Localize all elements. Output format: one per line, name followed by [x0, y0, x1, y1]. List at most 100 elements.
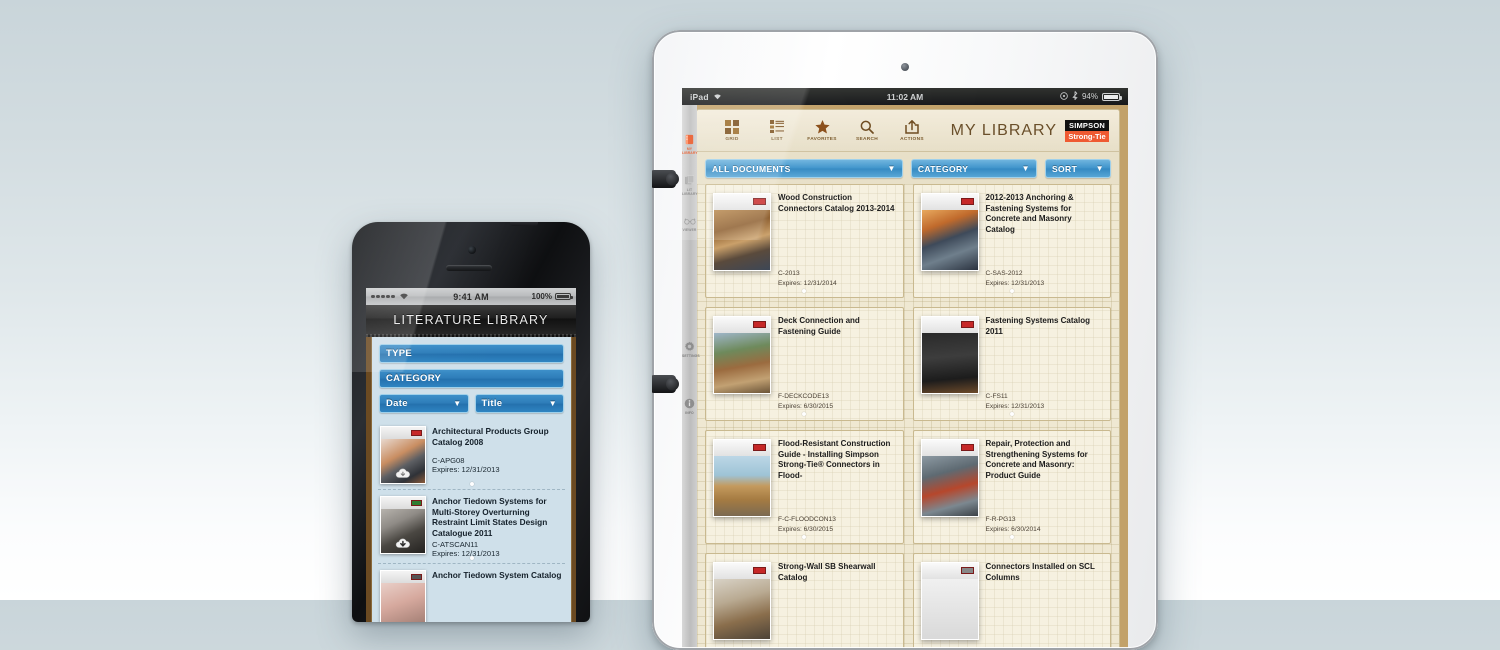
search-button[interactable]: SEARCH: [852, 119, 882, 142]
bluetooth-icon: [1072, 91, 1078, 102]
battery-icon: [555, 293, 573, 300]
document-code: F-DECKCODE13: [778, 393, 829, 400]
page-indicator-dot: [802, 289, 807, 293]
app-sidebar[interactable]: MY LIBRARY LIT LIBRARY VIEWER SETTINGS I…: [682, 105, 700, 650]
flag-icon: [753, 321, 766, 328]
document-code: F-C-FLOODCON13: [778, 516, 836, 523]
document-thumbnail: [713, 439, 771, 517]
list-view-button[interactable]: LIST: [762, 119, 792, 142]
sidebar-item-viewer[interactable]: VIEWER: [682, 214, 697, 232]
battery-area: 100%: [532, 292, 573, 301]
earpiece-speaker: [446, 265, 492, 271]
sidebar-item-my-library[interactable]: MY LIBRARY: [682, 133, 698, 156]
filter-type-button[interactable]: TYPE: [379, 344, 564, 363]
search-icon: [852, 119, 882, 135]
hardware-button-lower[interactable]: [652, 375, 679, 393]
list-item-code: C-ATSCAN11: [432, 540, 479, 550]
document-thumbnail: [380, 426, 426, 484]
phone-document-list[interactable]: Architectural Products Group Catalog 200…: [372, 420, 571, 622]
list-item-title: Architectural Products Group Catalog 200…: [432, 426, 549, 447]
flag-icon: [960, 444, 974, 451]
sidebar-item-settings[interactable]: SETTINGS: [682, 340, 700, 358]
document-title: Flood-Resistant Construction Guide - Ins…: [778, 439, 891, 481]
ipad-status-bar: iPad 11:02 AM 94%: [682, 88, 1128, 105]
gear-icon: [682, 340, 697, 353]
sort-date-dropdown[interactable]: Date ▼: [379, 394, 469, 413]
list-icon: [762, 119, 792, 135]
flag-icon: [411, 430, 422, 436]
flag-icon: [960, 321, 974, 328]
actions-button[interactable]: ACTIONS: [897, 119, 927, 142]
rotation-lock-icon: [1060, 91, 1068, 102]
scene: 9:41 AM 100% LITERATURE LIBRARY TYPE CAT…: [0, 0, 1500, 650]
sidebar-item-label: MY LIBRARY: [682, 147, 698, 156]
list-item-title: Anchor Tiedown Systems for Multi-Storey …: [432, 496, 548, 538]
document-card[interactable]: 2012-2013 Anchoring & Fastening Systems …: [912, 184, 1111, 298]
list-item[interactable]: Architectural Products Group Catalog 200…: [378, 420, 565, 490]
iphone-content: TYPE CATEGORY Date ▼ Title ▼ Architectur…: [366, 337, 576, 622]
simpson-strong-tie-logo: SIMPSON Strong-Tie: [1065, 119, 1109, 142]
document-title: 2012-2013 Anchoring & Fastening Systems …: [985, 193, 1074, 235]
grid-view-button[interactable]: GRID: [717, 119, 747, 142]
share-icon: [897, 119, 927, 135]
filter-sort-label: SORT: [1051, 163, 1078, 174]
document-code: F-R-PG13: [985, 516, 1016, 523]
sidebar-item-label: VIEWER: [682, 228, 697, 232]
document-thumbnail: [920, 562, 979, 640]
iphone-status-bar: 9:41 AM 100%: [366, 288, 576, 305]
book-icon: [682, 133, 697, 146]
grid-row: Wood Construction Connectors Catalog 201…: [705, 184, 1111, 298]
document-card[interactable]: Wood Construction Connectors Catalog 201…: [705, 184, 904, 298]
ipad-app: MY LIBRARY LIT LIBRARY VIEWER SETTINGS I…: [682, 105, 1128, 650]
filter-all-documents-dropdown[interactable]: ALL DOCUMENTS ▼: [705, 159, 903, 178]
document-title: Wood Construction Connectors Catalog 201…: [778, 193, 895, 213]
page-title: MY LIBRARY: [950, 121, 1057, 139]
document-grid[interactable]: Wood Construction Connectors Catalog 201…: [697, 184, 1119, 649]
power-button[interactable]: [510, 222, 538, 226]
list-item-expires: Expires: 12/31/2013: [432, 549, 500, 559]
stack-icon: [682, 174, 697, 187]
document-title: Fastening Systems Catalog 2011: [985, 316, 1090, 336]
front-camera-icon: [901, 63, 909, 71]
document-expires: Expires: 6/30/2014: [985, 526, 1041, 533]
filter-all-documents-label: ALL DOCUMENTS: [712, 163, 791, 174]
list-item-code: C-APG08: [432, 456, 465, 466]
glasses-icon: [682, 214, 697, 227]
filter-category-label: CATEGORY: [386, 373, 442, 384]
document-card[interactable]: Deck Connection and Fastening Guide F-DE…: [705, 307, 904, 421]
document-card[interactable]: Repair, Protection and Strengthening Sys…: [912, 430, 1111, 544]
list-item-title: Anchor Tiedown System Catalog: [432, 570, 562, 581]
filter-sort-dropdown[interactable]: SORT ▼: [1044, 159, 1111, 178]
document-card[interactable]: Connectors Installed on SCL Columns: [912, 553, 1111, 649]
flag-icon: [411, 500, 422, 506]
flag-icon: [960, 198, 974, 205]
grid-row: Strong-Wall SB Shearwall Catalog Connect…: [705, 553, 1111, 649]
cloud-download-icon[interactable]: [395, 465, 412, 480]
sort-title-dropdown[interactable]: Title ▼: [474, 394, 564, 413]
document-card[interactable]: Flood-Resistant Construction Guide - Ins…: [705, 430, 904, 544]
list-item[interactable]: Anchor Tiedown System Catalog: [378, 564, 565, 622]
filter-category-button[interactable]: CATEGORY: [379, 369, 564, 388]
document-card[interactable]: Strong-Wall SB Shearwall Catalog: [705, 553, 904, 649]
page-indicator-dot: [1009, 289, 1014, 293]
grid-row: Flood-Resistant Construction Guide - Ins…: [705, 430, 1111, 544]
list-item[interactable]: Anchor Tiedown Systems for Multi-Storey …: [378, 490, 565, 565]
flag-icon: [411, 574, 422, 581]
favorites-button[interactable]: FAVORITES: [807, 119, 837, 142]
phone-filter-group: TYPE CATEGORY Date ▼ Title ▼: [372, 337, 571, 420]
sidebar-item-info[interactable]: INFO: [682, 397, 697, 415]
page-indicator-dot: [802, 535, 807, 539]
actions-label: ACTIONS: [900, 137, 924, 142]
sort-date-label: Date: [386, 398, 408, 409]
hardware-button-upper[interactable]: [652, 170, 679, 188]
filter-category-dropdown[interactable]: CATEGORY ▼: [910, 159, 1037, 178]
document-thumbnail: [920, 439, 979, 517]
document-card[interactable]: Fastening Systems Catalog 2011 C-FS11 Ex…: [912, 307, 1111, 421]
sidebar-item-lit-library[interactable]: LIT LIBRARY: [682, 174, 698, 197]
ipad-device: iPad 11:02 AM 94% MY LIBRARY LIT LIBRARY…: [652, 30, 1158, 650]
document-code: C-2013: [778, 270, 800, 277]
star-icon: [807, 119, 837, 135]
document-title: Repair, Protection and Strengthening Sys…: [985, 439, 1088, 481]
document-code: C-SAS-2012: [985, 270, 1023, 277]
download-arrow-icon[interactable]: [395, 535, 412, 550]
